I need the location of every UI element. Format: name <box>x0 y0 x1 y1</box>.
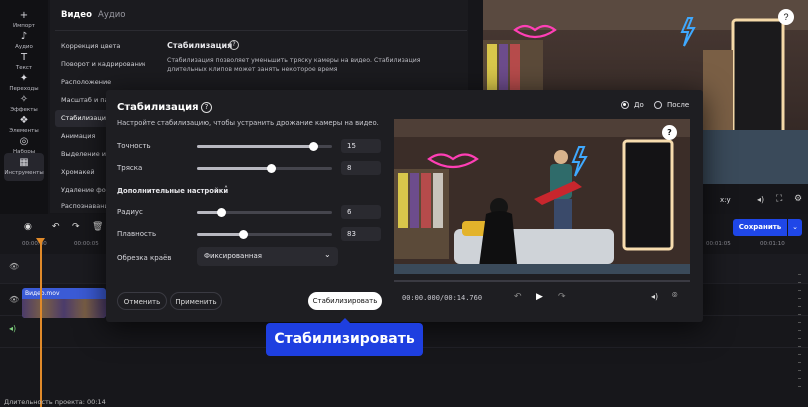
text-icon: T <box>20 52 28 63</box>
slider-fill <box>197 167 272 170</box>
record-icon[interactable]: ◉ <box>24 222 32 232</box>
slider-fill <box>197 145 314 148</box>
slider-handle[interactable] <box>217 208 227 217</box>
chevron-down-icon: ⌄ <box>324 250 331 259</box>
gear-icon[interactable]: ⚙ <box>794 194 802 204</box>
slider-handle[interactable] <box>309 142 319 151</box>
playhead[interactable] <box>40 238 42 407</box>
menu-rotate[interactable]: Поворот и кадрирование <box>55 56 145 73</box>
cancel-button[interactable]: Отменить <box>117 292 167 310</box>
ruler-tick: 00:00:00 <box>22 241 47 247</box>
clip-thumbnails <box>22 299 106 318</box>
svg-text:?: ? <box>783 12 788 22</box>
undo-icon[interactable]: ↶ <box>52 222 60 232</box>
accuracy-slider[interactable] <box>197 142 332 151</box>
radius-value[interactable]: 6 <box>341 205 381 219</box>
preview-controls <box>703 184 808 214</box>
dialog-subtitle: Настройте стабилизацию, чтобы устранить … <box>117 119 379 127</box>
stabilize-button[interactable]: Стабилизировать <box>308 292 382 310</box>
smoothness-label: Плавность <box>117 230 157 238</box>
skip-back-icon[interactable]: ↶ <box>514 292 522 302</box>
shake-slider[interactable] <box>197 164 332 173</box>
slider-fill <box>197 233 243 236</box>
volume-icon[interactable]: ◂) <box>757 195 764 204</box>
tools-icon: ▦ <box>19 157 29 168</box>
crop-label: Обрезка краёв <box>117 254 172 262</box>
after-radio[interactable] <box>654 101 662 109</box>
elements-icon: ❖ <box>19 115 29 126</box>
plus-icon: + <box>19 10 29 21</box>
preview-scrubber[interactable] <box>394 280 690 282</box>
accuracy-value[interactable]: 15 <box>341 139 381 153</box>
tab-video[interactable]: Видео <box>61 10 92 20</box>
menu-position[interactable]: Расположение <box>55 74 145 91</box>
chevron-down-icon[interactable]: ⌄ <box>788 219 802 236</box>
sparkle-icon: ✧ <box>19 94 29 105</box>
preview-timecode: 00:00.000/00:14.760 <box>402 294 483 302</box>
help-icon[interactable]: ? <box>662 125 677 140</box>
skip-forward-icon[interactable]: ↷ <box>558 292 566 302</box>
audio-icon[interactable]: ◂) <box>9 324 16 333</box>
after-label: После <box>667 101 690 109</box>
clip-label: Видео.mov <box>25 290 60 297</box>
ruler-tick: 00:01:05 <box>706 241 731 247</box>
tab-audio[interactable]: Аудио <box>98 10 125 20</box>
crop-select-value: Фиксированная <box>204 252 262 260</box>
fullscreen-icon[interactable]: ⛶ <box>776 194 782 204</box>
save-button[interactable]: Сохранить <box>733 219 787 236</box>
tool-label: Инструменты <box>4 170 44 176</box>
menu-color[interactable]: Коррекция цвета <box>55 38 145 55</box>
left-toolbar: + Импорт ♪ Аудио T Текст ✦ Переходы ✧ Эффекты… <box>0 0 48 214</box>
help-icon[interactable]: ? <box>229 40 239 50</box>
before-radio[interactable] <box>621 101 629 109</box>
radius-slider[interactable] <box>197 208 332 217</box>
chevron-up-icon[interactable]: ˄ <box>224 185 228 194</box>
crop-select[interactable]: Фиксированная ⌄ <box>197 247 338 266</box>
smoothness-slider[interactable] <box>197 230 332 239</box>
transitions-icon: ✦ <box>19 73 29 84</box>
slider-handle[interactable] <box>238 230 248 239</box>
volume-icon[interactable]: ◂) <box>651 292 658 301</box>
stabilization-dialog: Стабилизация ? Настройте стабилизацию, ч… <box>106 90 703 322</box>
panel-title: Стабилизация <box>167 41 233 50</box>
project-duration: Длительность проекта: 00:14 <box>4 398 106 406</box>
radius-label: Радиус <box>117 208 143 216</box>
dialog-title: Стабилизация <box>117 102 199 113</box>
eye-icon[interactable]: 👁 <box>9 295 19 304</box>
camera-icon[interactable]: ⌾ <box>672 291 677 301</box>
accuracy-label: Точность <box>117 142 151 150</box>
advanced-settings-toggle[interactable]: Дополнительные настройки <box>117 187 228 195</box>
slider-handle[interactable] <box>267 164 277 173</box>
apply-button[interactable]: Применить <box>170 292 222 310</box>
redo-icon[interactable]: ↷ <box>72 222 80 232</box>
help-icon[interactable]: ? <box>201 102 212 113</box>
play-icon[interactable]: ▶ <box>536 292 543 302</box>
music-icon: ♪ <box>20 31 28 42</box>
eye-icon[interactable]: 👁 <box>9 262 19 271</box>
smoothness-value[interactable]: 83 <box>341 227 381 241</box>
sets-icon: ◎ <box>19 136 29 147</box>
shake-label: Тряска <box>117 164 143 172</box>
stabilize-callout: Стабилизировать <box>266 318 423 356</box>
guitarist-scene-image <box>394 119 690 274</box>
panel-description: Стабилизация позволяет уменьшить тряску … <box>167 57 421 73</box>
aspect-ratio-select[interactable]: x:y <box>720 196 731 204</box>
before-label: До <box>634 101 644 109</box>
tool-instruments[interactable]: ▦ Инструменты <box>4 153 44 181</box>
divider <box>55 30 467 31</box>
ruler-tick: 00:00:05 <box>74 241 99 247</box>
ruler-tick: 00:01:10 <box>760 241 785 247</box>
video-clip[interactable]: Видео.mov <box>22 288 106 318</box>
dialog-preview: ? <box>394 119 690 274</box>
volume-meter <box>798 274 801 394</box>
delete-icon[interactable]: 🗑 <box>92 222 103 232</box>
shake-value[interactable]: 8 <box>341 161 381 175</box>
